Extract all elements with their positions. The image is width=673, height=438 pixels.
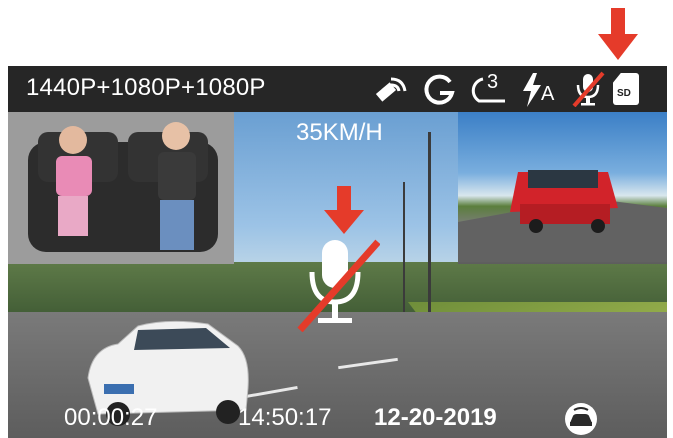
rear-scene — [458, 170, 667, 262]
sd-card-icon: SD — [613, 73, 639, 105]
annotation-arrow-center — [324, 186, 364, 234]
lightning-icon — [523, 73, 541, 107]
microphone-muted-icon — [297, 239, 380, 332]
flash-auto-icon: A — [521, 71, 561, 107]
annotation-arrow-top — [598, 8, 638, 60]
recording-time: 00:00:27 — [64, 404, 158, 431]
loop-recording-icon: 3 — [469, 71, 511, 107]
speed-readout: 35KM/H — [296, 119, 383, 146]
gps-signal-icon — [375, 77, 407, 102]
microphone-muted-icon — [572, 71, 605, 107]
cabin-camera-view — [8, 112, 234, 264]
status-bar: 1440P+1080P+1080P 3 A SD — [8, 66, 667, 112]
date-label: 12-20-2019 — [374, 404, 497, 431]
light-pole — [428, 132, 431, 312]
g-sensor-icon — [424, 74, 455, 105]
light-pole — [403, 182, 405, 312]
clock-time: 14:50:17 — [238, 404, 332, 431]
rear-camera-view — [458, 112, 667, 264]
resolution-label: 1440P+1080P+1080P — [26, 74, 266, 101]
status-icons: 3 A SD — [371, 69, 661, 109]
flash-mode-label: A — [541, 83, 555, 105]
sd-card-label: SD — [617, 88, 631, 99]
info-bar: 00:00:27 14:50:17 12-20-2019 — [8, 398, 667, 438]
dashcam-screen: 35KM/H 1440P+1080P+1080P 3 A SD 00:00:27… — [8, 66, 667, 438]
parking-monitor-icon — [565, 403, 597, 435]
loop-minutes: 3 — [487, 71, 499, 93]
cabin-scene — [8, 112, 234, 264]
